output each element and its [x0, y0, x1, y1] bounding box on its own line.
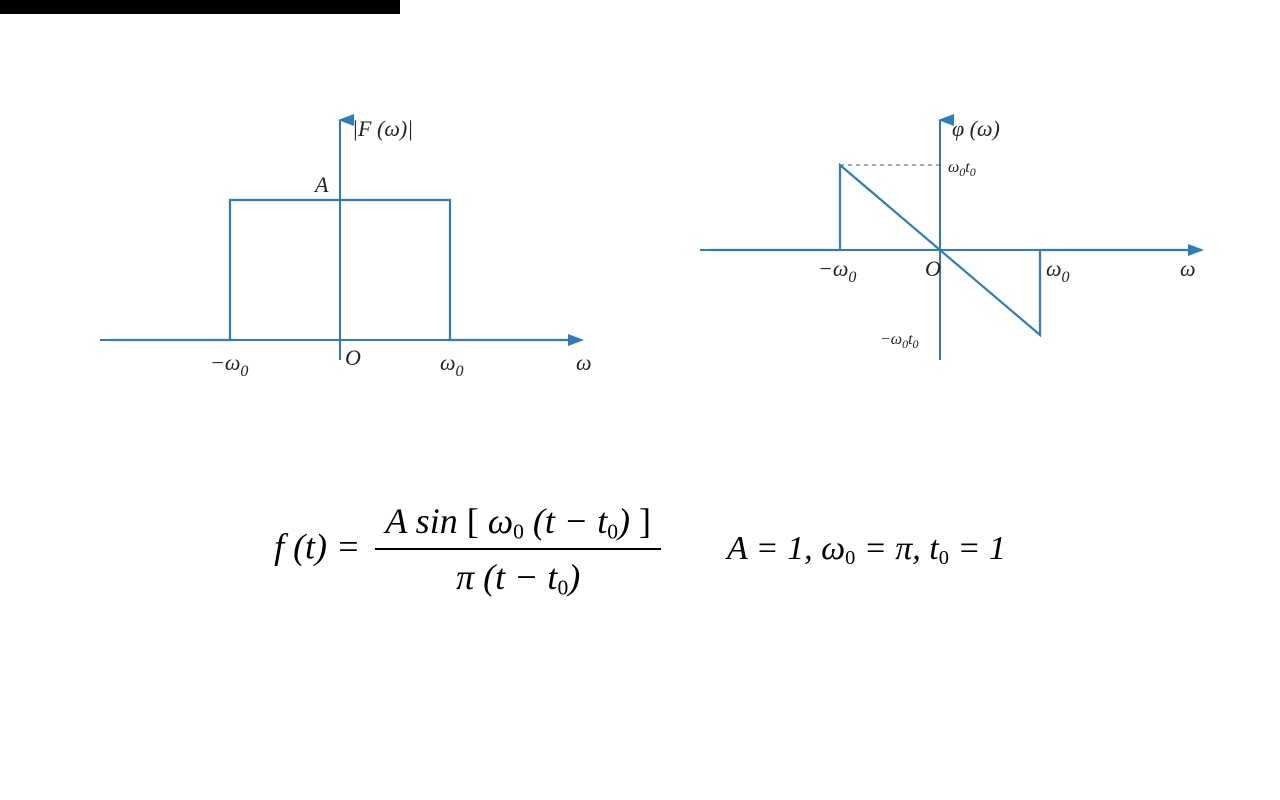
label-pos-w0-phase: ω0 [1046, 256, 1070, 286]
numerator: A sin [ ω0 (t − t0) ] [375, 500, 661, 550]
denominator: π (t − t0) [375, 550, 661, 600]
label-origin: O [345, 345, 361, 370]
label-neg-w0-phase: −ω0 [818, 256, 856, 286]
label-pos-w0: ω0 [440, 350, 464, 380]
label-w0t0-bottom: −ω0t0 [880, 331, 919, 351]
window-top-fragment [0, 0, 400, 14]
plots-row: |F (ω)| A O −ω0 ω0 ω φ (ω) ω0t0 −ω0t0 O … [60, 100, 1220, 400]
sinc-formula: f (t) = A sin [ ω0 (t − t0) ] π (t − t0) [274, 500, 667, 601]
phase-title: φ (ω) [952, 116, 1000, 141]
magnitude-plot: |F (ω)| A O −ω0 ω0 ω [60, 100, 600, 400]
magnitude-title: |F (ω)| [352, 116, 413, 141]
label-A: A [313, 172, 329, 197]
parameter-values: A = 1, ω0 = π, t0 = 1 [727, 530, 1006, 570]
label-neg-w0: −ω0 [210, 350, 248, 380]
label-x-axis-phase: ω [1180, 256, 1196, 281]
label-w0t0-top: ω0t0 [948, 159, 976, 179]
phase-plot: φ (ω) ω0t0 −ω0t0 O −ω0 ω0 ω [680, 100, 1220, 400]
label-origin-phase: O [925, 256, 941, 281]
label-x-axis: ω [576, 350, 592, 375]
formula-lhs: f (t) = [274, 526, 360, 566]
fraction: A sin [ ω0 (t − t0) ] π (t − t0) [375, 500, 661, 601]
formula-row: f (t) = A sin [ ω0 (t − t0) ] π (t − t0)… [0, 450, 1280, 650]
